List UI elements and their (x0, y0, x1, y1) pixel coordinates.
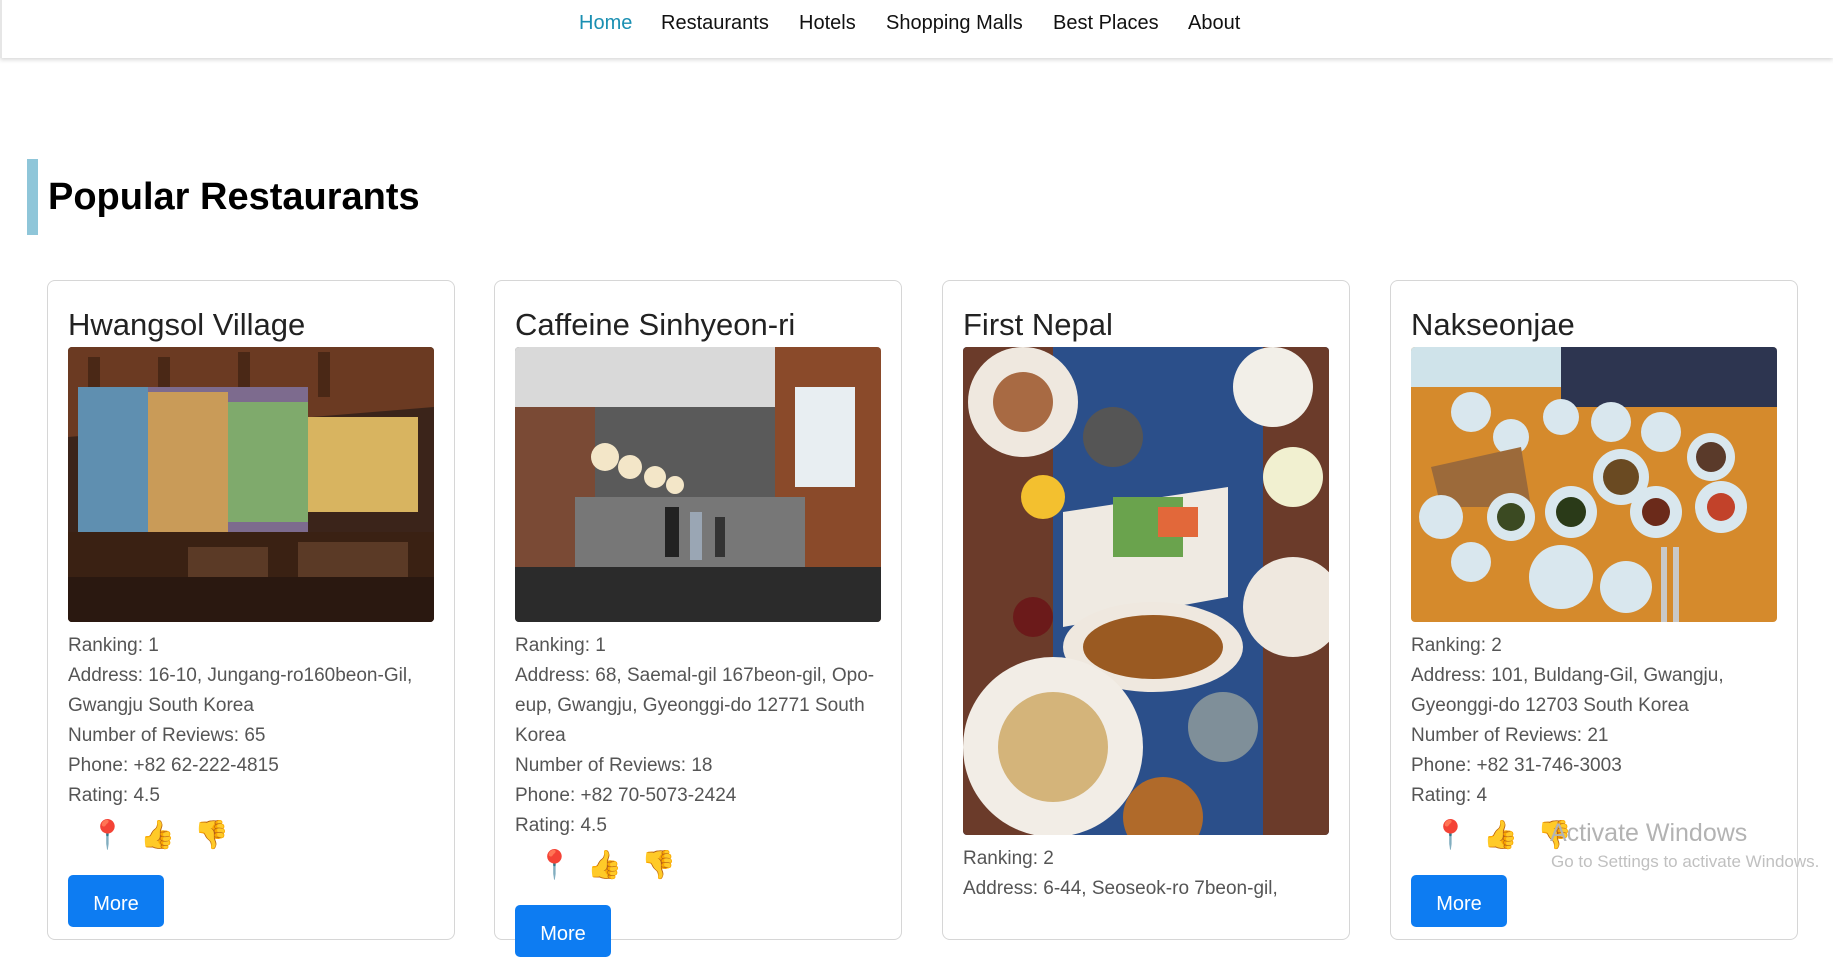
restaurant-name: Caffeine Sinhyeon-ri (515, 307, 796, 342)
restaurant-reviews: Number of Reviews: 21 (1411, 725, 1609, 746)
nav-restaurants-link[interactable]: Restaurants (661, 12, 769, 35)
restaurant-details: Ranking: 2 Address: 101, Buldang-Gil, Gw… (1411, 631, 1781, 927)
thumbs-up-icon[interactable]: 👍 (1483, 815, 1518, 855)
restaurant-rating: Rating: 4.5 (515, 815, 607, 836)
card-actions: 📍 👍 👎 (68, 815, 438, 861)
restaurant-ranking: Ranking: 2 (963, 848, 1054, 869)
restaurant-photo (1411, 347, 1777, 622)
restaurant-card: First Nepal Ranking: 2 Address: 6-44, Se… (942, 280, 1350, 940)
restaurant-card: Caffeine Sinhyeon-ri Ranking: 1 Address:… (494, 280, 902, 957)
restaurant-name: First Nepal (963, 307, 1113, 342)
restaurant-rating: Rating: 4.5 (68, 785, 160, 806)
section-title: Popular Restaurants (48, 176, 420, 218)
restaurant-address: Address: 68, Saemal-gil 167beon-gil, Opo… (515, 665, 875, 746)
thumbs-up-icon[interactable]: 👍 (587, 845, 622, 885)
thumbs-up-icon[interactable]: 👍 (140, 815, 175, 855)
restaurant-address: Address: 16-10, Jungang-ro160beon-Gil, G… (68, 665, 413, 716)
restaurant-photo (963, 347, 1329, 835)
more-button[interactable]: More (515, 905, 611, 957)
pin-icon[interactable]: 📍 (537, 845, 572, 885)
restaurant-phone: Phone: +82 62-222-4815 (68, 755, 279, 776)
restaurant-phone: Phone: +82 70-5073-2424 (515, 785, 737, 806)
restaurant-details: Ranking: 2 Address: 6-44, Seoseok-ro 7be… (963, 844, 1333, 904)
restaurant-reviews: Number of Reviews: 65 (68, 725, 266, 746)
pin-icon[interactable]: 📍 (90, 815, 125, 855)
restaurant-ranking: Ranking: 1 (68, 635, 159, 656)
restaurant-address: Address: 101, Buldang-Gil, Gwangju, Gyeo… (1411, 665, 1724, 716)
nav-best-places-link[interactable]: Best Places (1053, 12, 1159, 35)
restaurant-photo (68, 347, 434, 622)
cafe-interior-image (515, 347, 881, 622)
more-button[interactable]: More (1411, 875, 1507, 927)
thumbs-down-icon[interactable]: 👎 (641, 845, 676, 885)
more-button[interactable]: More (68, 875, 164, 927)
pin-icon[interactable]: 📍 (1433, 815, 1468, 855)
restaurant-details: Ranking: 1 Address: 68, Saemal-gil 167be… (515, 631, 885, 957)
restaurant-phone: Phone: +82 31-746-3003 (1411, 755, 1622, 776)
nav-hotels-link[interactable]: Hotels (799, 12, 856, 35)
thumbs-down-icon[interactable]: 👎 (194, 815, 229, 855)
korean-dishes-image (1411, 347, 1777, 622)
restaurant-rating: Rating: 4 (1411, 785, 1488, 806)
card-actions: 📍 👍 👎 (515, 845, 885, 891)
restaurant-name: Hwangsol Village (68, 307, 306, 342)
restaurant-interior-image (68, 347, 434, 622)
restaurant-reviews: Number of Reviews: 18 (515, 755, 713, 776)
restaurant-ranking: Ranking: 2 (1411, 635, 1502, 656)
nav-home-link[interactable]: Home (579, 12, 632, 35)
dishes-image (963, 347, 1329, 835)
restaurant-address: Address: 6-44, Seoseok-ro 7beon-gil, (963, 878, 1278, 899)
activation-watermark-title: Activate Windows (1550, 819, 1748, 847)
section-accent-bar (27, 159, 38, 235)
restaurant-photo (515, 347, 881, 622)
top-navbar: Home Restaurants Hotels Shopping Malls B… (0, 0, 1833, 58)
activation-watermark-subtitle: Go to Settings to activate Windows. (1551, 852, 1820, 871)
restaurant-ranking: Ranking: 1 (515, 635, 606, 656)
restaurant-card: Hwangsol Village Ranking: 1 Address: 16-… (47, 280, 455, 940)
nav-about-link[interactable]: About (1188, 12, 1240, 35)
nav-shopping-malls-link[interactable]: Shopping Malls (886, 12, 1023, 35)
restaurant-name: Nakseonjae (1411, 307, 1575, 342)
restaurant-details: Ranking: 1 Address: 16-10, Jungang-ro160… (68, 631, 438, 927)
